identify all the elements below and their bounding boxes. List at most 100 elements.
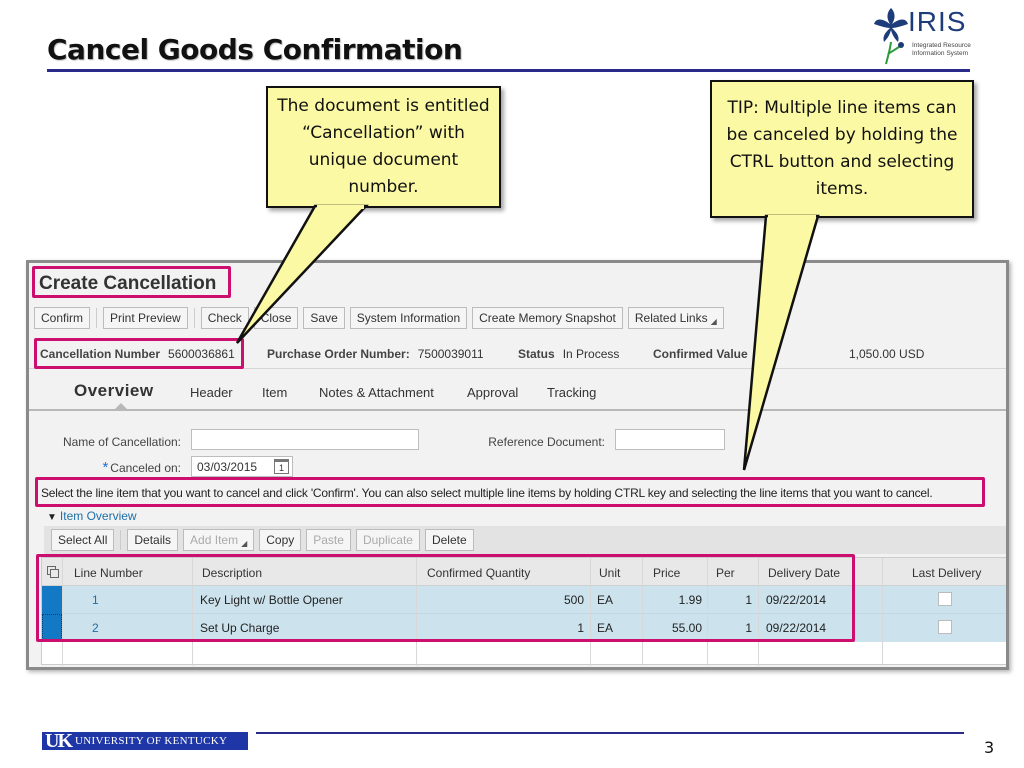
paste-button[interactable]: Paste [306,529,351,551]
column-header-delivery-date[interactable]: Delivery Date [768,566,840,580]
column-header-price[interactable]: Price [653,566,680,580]
cell-confirmed-quantity: 500 [563,593,584,607]
table-row[interactable]: 1 Key Light w/ Bottle Opener 500 EA 1.99… [42,586,1006,614]
confirmed-value-label: Confirmed Value [653,347,748,361]
required-asterisk: * [102,459,109,476]
canceled-on-label: * Canceled on: [49,459,181,476]
system-information-button[interactable]: System Information [349,307,468,329]
cell-delivery-date: 09/22/2014 [766,621,827,635]
calendar-icon[interactable]: 1 [274,459,289,474]
item-toolbar: Select All Details Add Item ◢ Copy Paste… [44,526,1006,554]
details-button[interactable]: Details [127,529,179,551]
column-divider [758,558,759,666]
select-all-button[interactable]: Select All [51,529,115,551]
canceled-on-date-input[interactable]: 03/03/2015 1 [191,456,293,477]
table-row[interactable]: 2 Set Up Charge 1 EA 55.00 1 09/22/2014 [42,614,1006,642]
column-divider [707,558,708,666]
cell-line-number[interactable]: 2 [92,621,99,635]
tab-notes-attachment[interactable]: Notes & Attachment [319,385,434,400]
column-header-last-delivery[interactable]: Last Delivery [912,566,981,580]
iris-subtitle: Integrated Resource Information System [912,42,971,58]
column-divider [590,558,591,666]
main-toolbar: Confirm Print Preview Check Close Save S… [34,306,729,330]
dropdown-corner-icon: ◢ [241,538,248,548]
select-all-rows-icon[interactable] [47,566,59,578]
column-divider [62,558,63,666]
tab-header[interactable]: Header [190,385,233,400]
iris-flower-icon [874,8,908,65]
add-item-button[interactable]: Add Item ◢ [183,529,255,551]
page-number: 3 [984,738,995,757]
callout-text: The document is entitled “Cancellation” … [277,96,490,197]
column-header-unit[interactable]: Unit [599,566,620,580]
column-header-description[interactable]: Description [202,566,262,580]
create-memory-snapshot-button[interactable]: Create Memory Snapshot [472,307,623,329]
slide-title: Cancel Goods Confirmation [47,33,463,66]
window-title: Create Cancellation [39,273,217,294]
row-selector[interactable] [42,586,62,614]
tab-tracking[interactable]: Tracking [547,385,596,400]
canceled-on-label-text: Canceled on: [110,461,181,475]
tab-item[interactable]: Item [262,385,287,400]
confirmed-value-label-wrap: Confirmed Value [653,347,756,361]
toolbar-separator [96,308,98,328]
related-links-button[interactable]: Related Links ◢ [627,307,724,329]
related-links-label: Related Links [634,311,708,325]
name-of-cancellation-input[interactable] [191,429,419,450]
column-header-line-number[interactable]: Line Number [74,566,143,580]
university-of-kentucky-logo: UK UNIVERSITY OF KENTUCKY [42,730,248,752]
status-label: Status [518,347,555,361]
cell-description: Set Up Charge [200,621,280,635]
cell-price: 1.99 [678,593,702,607]
purchase-order-number: Purchase Order Number: 7500039011 [267,347,484,361]
print-preview-button[interactable]: Print Preview [103,307,188,329]
title-rule [47,69,970,72]
toolbar-separator [193,308,195,328]
callout-text: TIP: Multiple line items can be canceled… [726,98,958,199]
tab-strip: Overview Header Item Notes & Attachment … [29,371,1006,411]
cell-unit: EA [597,593,614,607]
dropdown-corner-icon: ◢ [710,316,717,326]
po-number-value: 7500039011 [417,347,484,361]
cancellation-number: Cancellation Number 5600036861 [40,347,235,361]
copy-button[interactable]: Copy [259,529,302,551]
close-button[interactable]: Close [253,307,299,329]
cell-per: 1 [745,621,752,635]
cell-confirmed-quantity: 1 [577,621,584,635]
duplicate-button[interactable]: Duplicate [355,529,420,551]
callout-tip: TIP: Multiple line items can be canceled… [710,80,974,218]
uk-mark: UK [45,730,73,752]
table-header: Line Number Description Confirmed Quanti… [42,558,1006,586]
item-table: Line Number Description Confirmed Quanti… [41,557,1006,666]
status: Status In Process [518,347,619,361]
row-selector[interactable] [42,614,62,642]
save-button[interactable]: Save [303,307,345,329]
last-delivery-checkbox[interactable] [938,620,952,634]
column-divider [416,558,417,666]
expand-triangle-icon: ▼ [47,512,57,523]
last-delivery-checkbox[interactable] [938,592,952,606]
cell-line-number[interactable]: 1 [92,593,99,607]
cancellation-number-label: Cancellation Number [40,347,161,361]
confirmed-value: 1,050.00 USD [849,347,925,361]
tab-approval[interactable]: Approval [467,385,518,400]
check-button[interactable]: Check [200,307,249,329]
canceled-on-date-value: 03/03/2015 [197,460,258,474]
tab-overview[interactable]: Overview [74,381,154,401]
iris-logo: IRIS Integrated Resource Information Sys… [872,4,982,68]
item-overview-toggle[interactable]: ▼ Item Overview [47,509,137,523]
reference-document-label: Reference Document: [488,435,605,449]
column-header-confirmed-quantity[interactable]: Confirmed Quantity [427,566,530,580]
reference-document-input[interactable] [615,429,725,450]
footer-rule [256,732,964,734]
column-divider [642,558,643,666]
column-header-per[interactable]: Per [716,566,735,580]
callout-document-title: The document is entitled “Cancellation” … [266,86,501,208]
confirm-button[interactable]: Confirm [34,307,91,329]
delete-button[interactable]: Delete [424,529,474,551]
cell-description: Key Light w/ Bottle Opener [200,593,343,607]
add-item-label: Add Item [190,533,239,547]
status-value: In Process [562,347,620,361]
instruction-text: Select the line item that you want to ca… [41,486,933,500]
column-divider [192,558,193,666]
